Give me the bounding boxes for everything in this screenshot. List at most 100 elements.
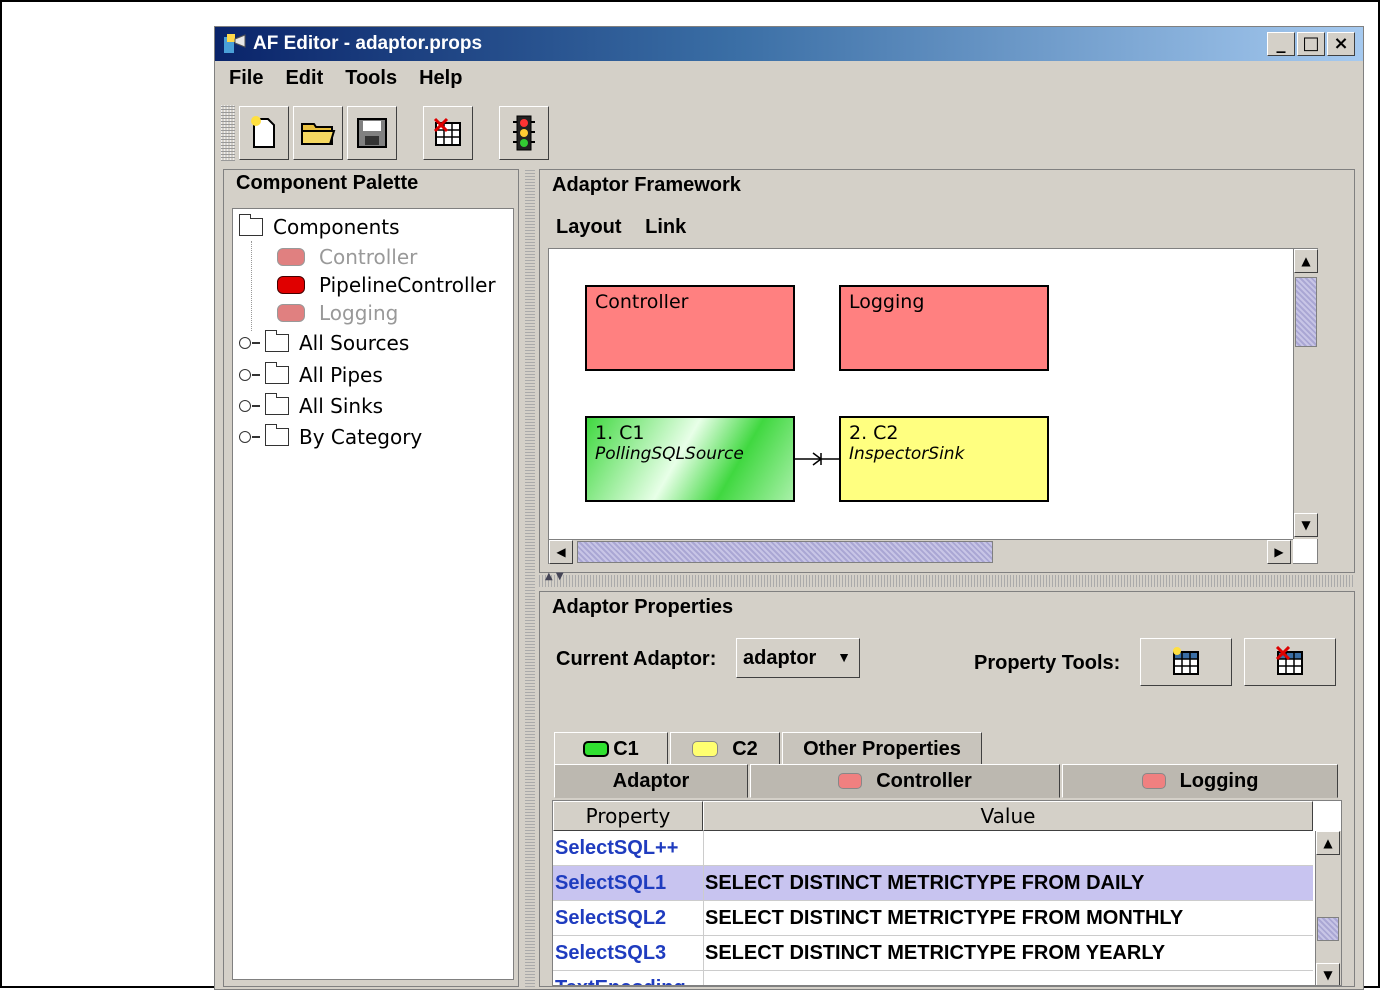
new-file-button[interactable] xyxy=(239,106,289,160)
menu-help[interactable]: Help xyxy=(419,67,462,90)
property-key: SelectSQL3 xyxy=(555,942,667,964)
tab-label: Logging xyxy=(1179,769,1259,792)
expand-icon[interactable] xyxy=(239,400,260,412)
tree-item-label: Controller xyxy=(319,245,418,269)
scroll-up-button[interactable]: ▲ xyxy=(1294,249,1318,273)
new-table-icon xyxy=(1173,647,1199,675)
component-box-c1[interactable]: 1. C1 PollingSQLSource xyxy=(585,416,795,502)
tree-item-controller[interactable]: Controller xyxy=(277,245,417,269)
link-arrow[interactable] xyxy=(795,449,839,469)
delete-table-icon xyxy=(433,117,461,146)
close-button[interactable]: × xyxy=(1327,32,1355,56)
component-name: Logging xyxy=(849,291,925,313)
component-box-c2[interactable]: 2. C2 InspectorSink xyxy=(839,416,1049,502)
column-header-value[interactable]: Value xyxy=(703,801,1313,831)
open-button[interactable] xyxy=(293,106,343,160)
run-button[interactable] xyxy=(499,106,549,160)
save-icon xyxy=(357,118,387,148)
framework-title: Adaptor Framework xyxy=(550,174,743,197)
property-value[interactable]: SELECT DISTINCT METRICTYPE FROM YEARLY xyxy=(705,942,1165,965)
table-row-partial[interactable]: TextEncoding xyxy=(553,971,1313,985)
delete-property-button[interactable] xyxy=(1244,638,1336,686)
table-row-selected[interactable]: SelectSQL1 SELECT DISTINCT METRICTYPE FR… xyxy=(553,866,1313,901)
tab-controller[interactable]: Controller xyxy=(750,764,1060,798)
app-icon xyxy=(223,33,247,55)
expand-icon[interactable] xyxy=(239,369,260,381)
property-value[interactable]: SELECT DISTINCT METRICTYPE FROM MONTHLY xyxy=(705,907,1183,930)
canvas-vscrollbar[interactable]: ▲ ▼ xyxy=(1293,249,1319,539)
property-key: SelectSQL2 xyxy=(555,907,667,929)
properties-table: Property Value SelectSQL++ SelectSQL1 SE… xyxy=(552,800,1342,986)
component-box-logging[interactable]: Logging xyxy=(839,285,1049,371)
menu-tools[interactable]: Tools xyxy=(345,67,397,90)
table-row[interactable]: SelectSQL3 SELECT DISTINCT METRICTYPE FR… xyxy=(553,936,1313,971)
scroll-down-button[interactable]: ▼ xyxy=(1316,963,1340,985)
tab-adaptor[interactable]: Adaptor xyxy=(554,764,748,798)
property-key: TextEncoding xyxy=(555,977,686,985)
tab-logging[interactable]: Logging xyxy=(1062,764,1338,798)
tab-label: Controller xyxy=(876,769,972,792)
add-property-button[interactable] xyxy=(1140,638,1232,686)
property-key: SelectSQL1 xyxy=(555,872,667,894)
tree-item-pipelinecontroller[interactable]: PipelineController xyxy=(277,273,496,297)
scroll-right-button[interactable]: ▶ xyxy=(1267,540,1291,564)
table-row[interactable]: SelectSQL++ xyxy=(553,831,1313,866)
property-value[interactable]: SELECT DISTINCT METRICTYPE FROM DAILY xyxy=(705,872,1144,895)
splitter-arrows-icon[interactable]: ▲ ▼ xyxy=(545,571,564,582)
tree-folder-by-category[interactable]: By Category xyxy=(239,424,422,449)
delete-table-icon xyxy=(1275,646,1303,675)
screenshot-frame: AF Editor - adaptor.props _ □ × File Edi… xyxy=(0,0,1380,990)
menu-layout[interactable]: Layout xyxy=(556,216,622,238)
tab-c2[interactable]: C2 xyxy=(670,732,780,766)
properties-title: Adaptor Properties xyxy=(550,596,736,619)
component-box-controller[interactable]: Controller xyxy=(585,285,795,371)
column-header-property[interactable]: Property xyxy=(553,801,703,831)
chevron-down-icon: ▼ xyxy=(837,649,851,665)
save-button[interactable] xyxy=(347,106,397,160)
expand-icon[interactable] xyxy=(239,337,260,349)
palette-title: Component Palette xyxy=(234,172,421,195)
property-key: SelectSQL++ xyxy=(555,837,679,859)
scroll-up-button[interactable]: ▲ xyxy=(1316,831,1340,855)
maximize-button[interactable]: □ xyxy=(1297,32,1325,56)
component-icon xyxy=(277,304,305,322)
scroll-left-button[interactable]: ◀ xyxy=(549,540,573,564)
scroll-thumb[interactable] xyxy=(1317,917,1339,941)
component-icon xyxy=(583,741,610,757)
table-vscrollbar[interactable]: ▲ ▼ xyxy=(1315,831,1341,985)
vertical-splitter[interactable] xyxy=(525,169,535,987)
component-name: Controller xyxy=(595,291,689,313)
open-folder-icon xyxy=(301,123,336,145)
delete-table-button[interactable] xyxy=(423,106,473,160)
component-icon xyxy=(692,741,719,757)
tree-folder-all-sinks[interactable]: All Sinks xyxy=(239,393,383,418)
component-type: InspectorSink xyxy=(849,444,965,464)
adaptor-framework-panel: Adaptor Framework Layout Link Controller… xyxy=(539,169,1355,573)
menu-link[interactable]: Link xyxy=(645,216,686,238)
horizontal-splitter[interactable]: ▲ ▼ xyxy=(539,571,1355,587)
table-row[interactable]: SelectSQL2 SELECT DISTINCT METRICTYPE FR… xyxy=(553,901,1313,936)
menu-edit[interactable]: Edit xyxy=(285,67,323,90)
expand-icon[interactable] xyxy=(239,431,260,443)
component-icon xyxy=(277,276,305,294)
scroll-down-button[interactable]: ▼ xyxy=(1294,513,1318,537)
scroll-thumb[interactable] xyxy=(577,541,993,563)
current-adaptor-select[interactable]: adaptor ▼ xyxy=(736,638,860,678)
scroll-thumb[interactable] xyxy=(1295,277,1317,347)
folder-icon xyxy=(265,362,289,384)
canvas-hscrollbar[interactable]: ◀ ▶ xyxy=(549,539,1293,565)
menu-file[interactable]: File xyxy=(229,67,263,90)
component-palette-panel: Component Palette Components Controller … xyxy=(223,169,519,987)
framework-canvas[interactable]: Controller Logging 1. C1 PollingSQLSourc… xyxy=(548,248,1319,565)
tab-other-properties[interactable]: Other Properties xyxy=(782,732,982,766)
tab-c1[interactable]: C1 xyxy=(554,732,668,766)
toolbar-grip[interactable] xyxy=(221,105,235,161)
component-name: 2. C2 xyxy=(849,422,899,444)
toolbar xyxy=(221,103,549,163)
tree-folder-all-sources[interactable]: All Sources xyxy=(239,330,409,355)
tree-root[interactable]: Components xyxy=(239,214,400,239)
minimize-button[interactable]: _ xyxy=(1267,32,1295,56)
tree-folder-all-pipes[interactable]: All Pipes xyxy=(239,362,383,387)
tree-item-logging[interactable]: Logging xyxy=(277,301,398,325)
component-icon xyxy=(277,248,305,266)
